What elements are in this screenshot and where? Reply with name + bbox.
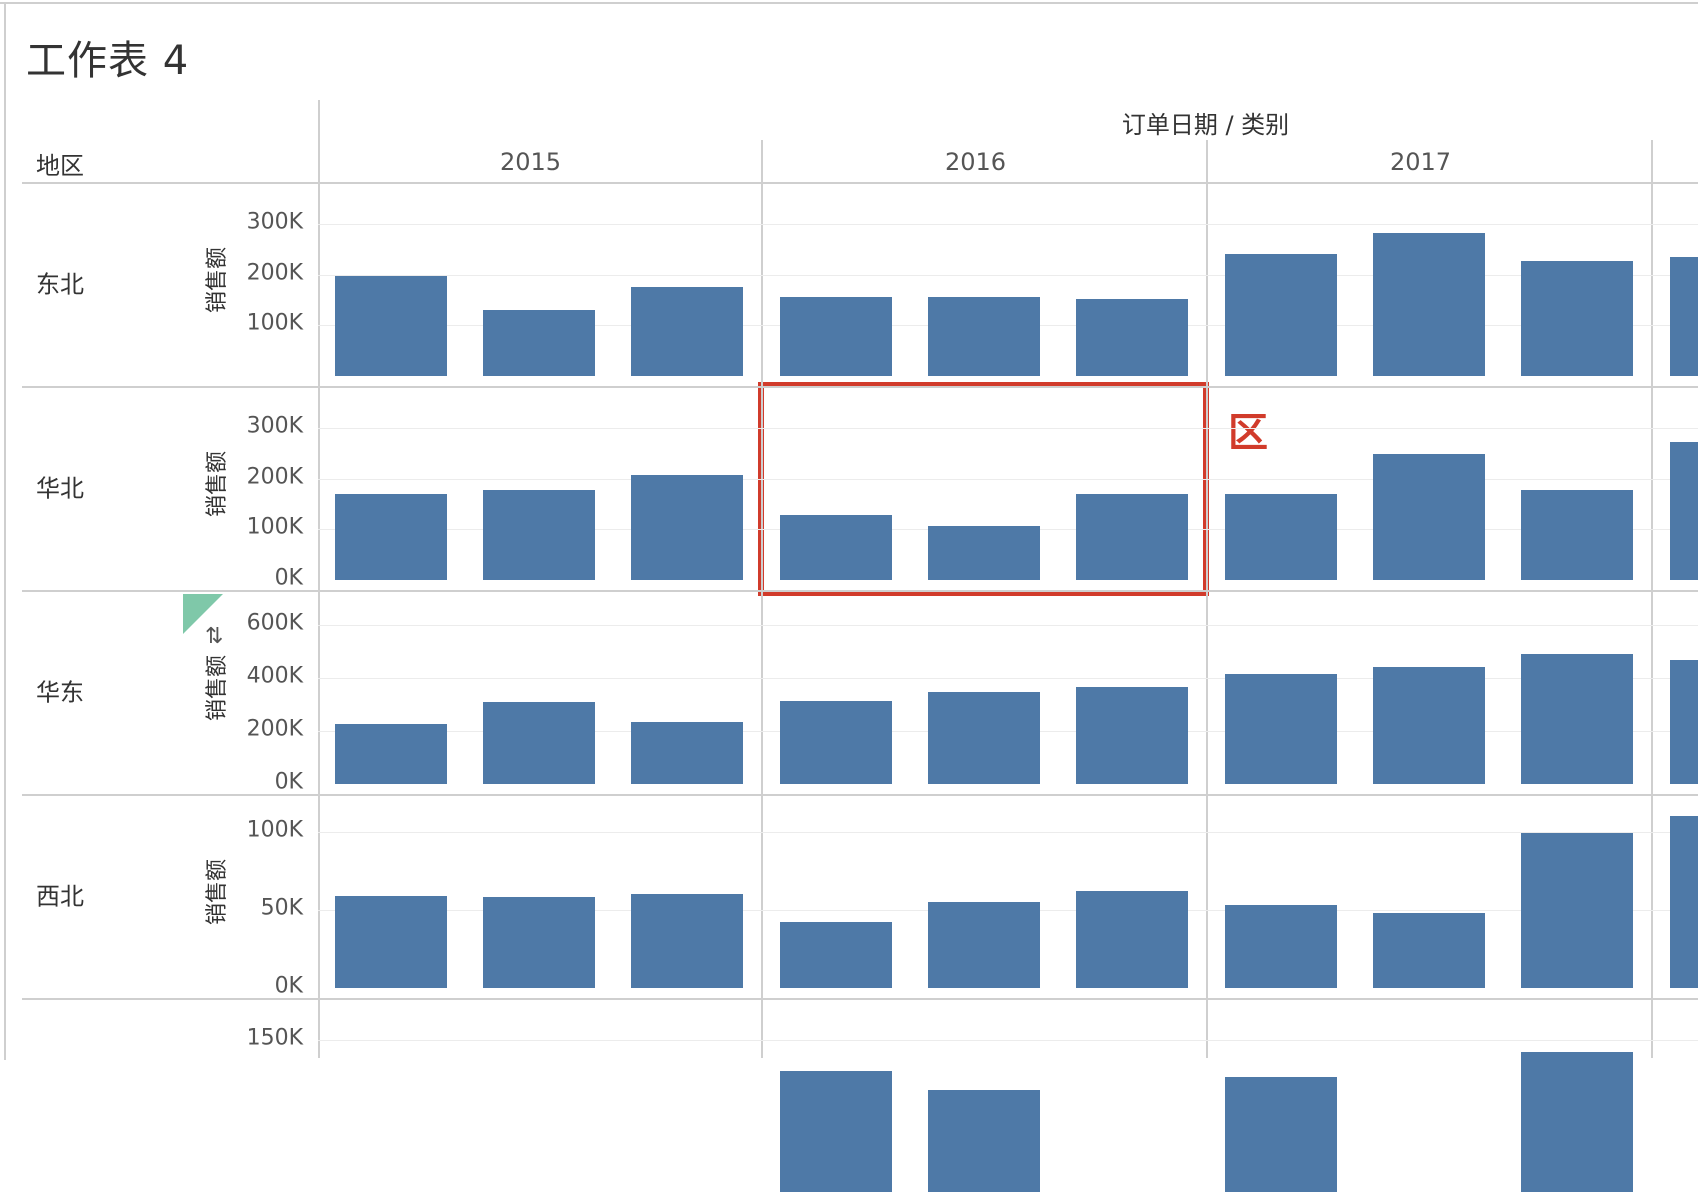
bar <box>1521 261 1633 376</box>
region-label: 华东 <box>36 678 84 707</box>
row-header-label: 地区 <box>36 152 84 180</box>
axis-tick-label: 0K <box>274 565 303 591</box>
bar <box>1373 667 1485 784</box>
axis-tick-label: 300K <box>246 209 303 235</box>
axis-tick-label: 200K <box>246 464 303 490</box>
bar <box>1670 442 1698 580</box>
bar <box>1670 660 1698 784</box>
axis-tick-label: 0K <box>274 973 303 999</box>
bar <box>780 701 892 784</box>
bar <box>1670 256 1698 376</box>
bar <box>1225 254 1337 376</box>
bar <box>483 489 595 580</box>
sheet-title: 工作表 4 <box>26 38 190 84</box>
bar <box>631 474 743 580</box>
pane-left-divider <box>318 100 320 1058</box>
bar <box>483 897 595 988</box>
bar <box>928 1089 1040 1192</box>
axis-title: 销售额 <box>205 654 230 722</box>
column-header-title: 订单日期 / 类别 <box>1121 111 1290 139</box>
bar <box>335 494 447 580</box>
row-divider <box>22 998 1698 1000</box>
worksheet: 工作表 4 订单日期 / 类别 地区 区 ⇅ 2015 2016 2017 东北 销售额… <box>0 0 1698 1192</box>
frame-top <box>0 2 1698 4</box>
axis-title: 销售额 <box>205 246 230 314</box>
column-divider <box>1651 140 1653 1058</box>
axis-tick-label: 600K <box>246 610 303 636</box>
bar <box>1521 653 1633 784</box>
bar <box>780 922 892 988</box>
gridline <box>318 224 1698 226</box>
pane-corner-marker-icon <box>183 594 223 634</box>
year-header-2016: 2016 <box>944 148 1007 176</box>
column-divider <box>1206 140 1208 1058</box>
axis-tick-label: 200K <box>246 260 303 286</box>
axis-tick-label: 0K <box>274 769 303 795</box>
axis-tick-label: 300K <box>246 413 303 439</box>
gridline <box>318 1040 1698 1042</box>
gridline <box>318 478 1698 480</box>
bar <box>1521 1052 1633 1192</box>
bar <box>1076 891 1188 988</box>
bar <box>1076 494 1188 580</box>
axis-tick-label: 50K <box>260 895 303 921</box>
bar <box>1521 833 1633 988</box>
bar <box>928 525 1040 580</box>
bar <box>928 902 1040 988</box>
region-label: 东北 <box>36 270 84 299</box>
bar <box>335 723 447 784</box>
bar <box>1076 687 1188 784</box>
region-label: 西北 <box>36 882 84 911</box>
year-header-2015: 2015 <box>499 148 562 176</box>
bar <box>1373 233 1485 376</box>
row-divider <box>22 794 1698 796</box>
bar <box>631 287 743 376</box>
bar <box>1076 299 1188 376</box>
bar <box>1521 489 1633 580</box>
row-divider <box>22 182 1698 184</box>
axis-tick-label: 150K <box>246 1025 303 1051</box>
bar <box>1225 673 1337 784</box>
axis-tick-label: 400K <box>246 663 303 689</box>
bar <box>1225 494 1337 580</box>
bar <box>483 309 595 376</box>
gridline <box>318 625 1698 627</box>
bar <box>780 297 892 376</box>
axis-tick-label: 100K <box>246 817 303 843</box>
row-divider <box>22 590 1698 592</box>
bar <box>780 1070 892 1192</box>
frame-left <box>4 2 6 1060</box>
gridline <box>318 831 1698 833</box>
region-label: 华北 <box>36 474 84 503</box>
gridline <box>318 274 1698 276</box>
bar <box>928 297 1040 376</box>
year-header-2017: 2017 <box>1389 148 1452 176</box>
column-divider <box>761 140 763 1058</box>
axis-title: 销售额 <box>205 450 230 518</box>
row-divider <box>22 386 1698 388</box>
bar <box>1225 905 1337 988</box>
bar <box>1670 816 1698 988</box>
bar <box>780 515 892 580</box>
gridline <box>318 678 1698 680</box>
bar <box>335 276 447 376</box>
axis-tick-label: 100K <box>246 310 303 336</box>
bar <box>1225 1076 1337 1192</box>
bar <box>483 702 595 784</box>
axis-tick-label: 200K <box>246 716 303 742</box>
bar <box>631 894 743 988</box>
bar <box>631 721 743 784</box>
bar <box>335 895 447 988</box>
bar <box>928 692 1040 784</box>
axis-title: 销售额 <box>205 858 230 926</box>
bar <box>1373 453 1485 580</box>
axis-tick-label: 100K <box>246 514 303 540</box>
bar <box>1373 912 1485 988</box>
gridline <box>318 428 1698 430</box>
